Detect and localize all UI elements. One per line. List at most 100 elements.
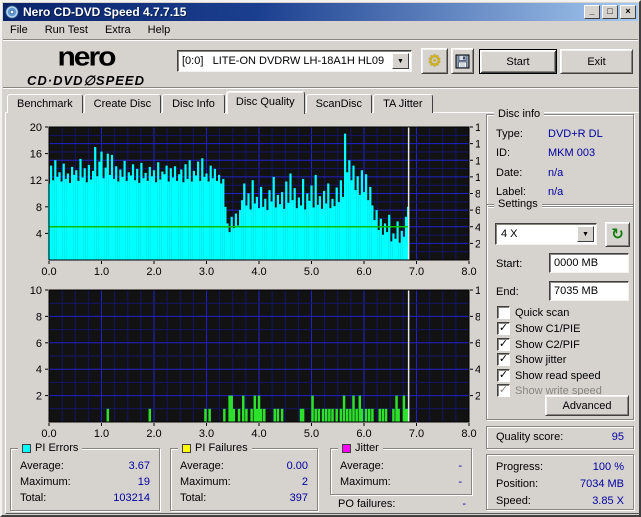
svg-text:2: 2 bbox=[36, 391, 42, 403]
pie-average-value: 3.67 bbox=[128, 460, 150, 472]
menu-extra[interactable]: Extra bbox=[105, 24, 131, 36]
pie-total-value: 103214 bbox=[113, 492, 150, 504]
svg-text:4: 4 bbox=[36, 364, 42, 376]
app-cd-icon bbox=[5, 5, 19, 19]
progress-label: Progress: bbox=[496, 461, 544, 473]
disc-id-label: ID: bbox=[496, 147, 511, 159]
speed-selector-dropdown-button[interactable]: ▼ bbox=[577, 226, 594, 242]
svg-text:6.0: 6.0 bbox=[356, 266, 371, 276]
gears-icon: ⚙ bbox=[427, 51, 442, 70]
position-value: 7034 MB bbox=[579, 478, 624, 490]
disc-type-value: DVD+R DL bbox=[548, 128, 603, 140]
menu-file[interactable]: File bbox=[10, 24, 28, 36]
checkbox-box: ✓ bbox=[497, 306, 510, 319]
svg-text:20: 20 bbox=[30, 122, 42, 134]
pie-maximum-value: 19 bbox=[137, 476, 150, 488]
exit-button-label: Exit bbox=[587, 55, 606, 68]
checkbox-show-jitter[interactable]: ✓ Show jitter bbox=[497, 352, 567, 366]
disc-label-label: Label: bbox=[496, 186, 526, 198]
checkbox-box: ✓ bbox=[497, 368, 510, 382]
pi-failures-chart: 10 8 6 4 2 10 8 6 4 2 0.0 1.0 2.0 3.0 4.0 5.0 6.0 7.0 8.0 bbox=[30, 285, 480, 438]
drive-selector[interactable]: [0:0] LITE-ON DVDRW LH-18A1H HL09 ▼ bbox=[177, 50, 412, 72]
minimize-button[interactable]: _ bbox=[584, 5, 600, 19]
end-position-label: End: bbox=[496, 286, 519, 298]
svg-text:3.0: 3.0 bbox=[199, 266, 214, 276]
pie-average-label: Average: bbox=[20, 460, 64, 472]
jitter-maximum-value: - bbox=[458, 476, 462, 488]
position-label: Position: bbox=[496, 478, 539, 490]
drive-selector-dropdown-button[interactable]: ▼ bbox=[392, 53, 409, 69]
check-icon: ✓ bbox=[498, 321, 509, 334]
speed-label: Speed: bbox=[496, 495, 531, 507]
advanced-button[interactable]: Advanced bbox=[545, 395, 629, 416]
app-window: Nero CD-DVD Speed 4.7.7.15 _ □ × File Ru… bbox=[0, 0, 641, 517]
svg-text:12: 12 bbox=[30, 175, 42, 187]
start-button[interactable]: Start bbox=[479, 49, 557, 74]
close-button[interactable]: × bbox=[620, 5, 636, 19]
tab-strip: Benchmark Create Disc Disc Info Disc Qua… bbox=[7, 90, 434, 114]
end-position-input[interactable]: 7035 MB bbox=[549, 281, 629, 301]
speed-selector-value: 4 X bbox=[501, 228, 518, 240]
pif-average-value: 0.00 bbox=[286, 460, 308, 472]
pi-errors-chart: 20 16 12 8 4 16 14 12 10 8 6 4 2 0.0 1.0 2.0 3.0 4.0 5.0 6.… bbox=[30, 122, 480, 276]
tab-benchmark[interactable]: Benchmark bbox=[7, 94, 83, 113]
svg-text:14: 14 bbox=[475, 139, 480, 151]
tab-disc-quality[interactable]: Disc Quality bbox=[225, 91, 305, 114]
svg-text:8: 8 bbox=[36, 311, 42, 323]
floppy-disk-icon bbox=[455, 54, 470, 68]
pif-average-label: Average: bbox=[180, 460, 224, 472]
pi-failures-panel: PI Failures Average: 0.00 Maximum: 2 Total… bbox=[170, 442, 318, 511]
speed-value: 3.85 X bbox=[592, 495, 624, 507]
checkbox-quick-scan-label: Quick scan bbox=[515, 306, 570, 319]
svg-text:0.0: 0.0 bbox=[41, 266, 56, 276]
maximize-button[interactable]: □ bbox=[602, 5, 618, 19]
checkbox-quick-scan[interactable]: ✓ Quick scan bbox=[497, 306, 569, 319]
svg-text:6: 6 bbox=[475, 205, 480, 217]
checkbox-show-read-speed[interactable]: ✓ Show read speed bbox=[497, 368, 601, 382]
options-button[interactable]: ⚙ bbox=[421, 48, 448, 74]
svg-text:16: 16 bbox=[30, 149, 42, 161]
drive-selector-value: [0:0] LITE-ON DVDRW LH-18A1H HL09 bbox=[182, 55, 385, 67]
settings-title: Settings bbox=[494, 198, 542, 210]
tab-create-disc[interactable]: Create Disc bbox=[83, 94, 162, 113]
checkbox-box: ✓ bbox=[497, 321, 510, 335]
svg-text:2.0: 2.0 bbox=[146, 428, 161, 438]
svg-text:2: 2 bbox=[475, 238, 480, 250]
disc-id-value: MKM 003 bbox=[548, 147, 596, 159]
pif-total-label: Total: bbox=[180, 492, 207, 504]
checkbox-show-jitter-label: Show jitter bbox=[515, 353, 567, 366]
yellow-swatch-icon bbox=[182, 443, 191, 453]
tab-disc-info[interactable]: Disc Info bbox=[162, 94, 225, 113]
pif-maximum-label: Maximum: bbox=[180, 476, 231, 488]
pi-errors-panel: PI Errors Average: 3.67 Maximum: 19 Total:… bbox=[10, 442, 160, 511]
progress-value: 100 % bbox=[592, 461, 624, 473]
exit-button[interactable]: Exit bbox=[560, 49, 633, 74]
window-title: Nero CD-DVD Speed 4.7.7.15 bbox=[23, 5, 187, 19]
menu-help[interactable]: Help bbox=[148, 24, 171, 36]
disc-type-label: Type: bbox=[496, 128, 523, 140]
pi-errors-title-text: PI Errors bbox=[35, 442, 79, 454]
start-button-label: Start bbox=[506, 55, 530, 68]
checkbox-show-c1-pie[interactable]: ✓ Show C1/PIE bbox=[497, 321, 580, 335]
svg-text:6: 6 bbox=[36, 338, 42, 350]
start-position-label: Start: bbox=[496, 258, 523, 270]
divider bbox=[3, 39, 638, 41]
po-failures-row: PO failures: - bbox=[338, 498, 466, 510]
advanced-button-label: Advanced bbox=[562, 399, 612, 412]
svg-text:8: 8 bbox=[36, 202, 42, 214]
svg-text:12: 12 bbox=[475, 155, 480, 167]
menu-run-test[interactable]: Run Test bbox=[45, 24, 88, 36]
tab-scandisc[interactable]: ScanDisc bbox=[305, 94, 373, 113]
check-icon: ✓ bbox=[498, 383, 509, 396]
quality-score-value: 95 bbox=[611, 431, 624, 443]
start-position-input[interactable]: 0000 MB bbox=[549, 253, 629, 273]
save-button[interactable] bbox=[451, 48, 474, 74]
disc-date-label: Date: bbox=[496, 167, 523, 179]
speed-selector[interactable]: 4 X ▼ bbox=[495, 223, 597, 245]
title-bar: Nero CD-DVD Speed 4.7.7.15 _ □ × bbox=[3, 3, 638, 21]
checkbox-show-c2-pif[interactable]: ✓ Show C2/PIF bbox=[497, 337, 580, 351]
settings-group: Settings 4 X ▼ ↻ Start: 0000 MB End: 703… bbox=[486, 198, 634, 420]
refresh-button[interactable]: ↻ bbox=[605, 222, 630, 247]
tab-ta-jitter[interactable]: TA Jitter bbox=[373, 94, 433, 113]
po-failures-value: - bbox=[462, 498, 466, 510]
